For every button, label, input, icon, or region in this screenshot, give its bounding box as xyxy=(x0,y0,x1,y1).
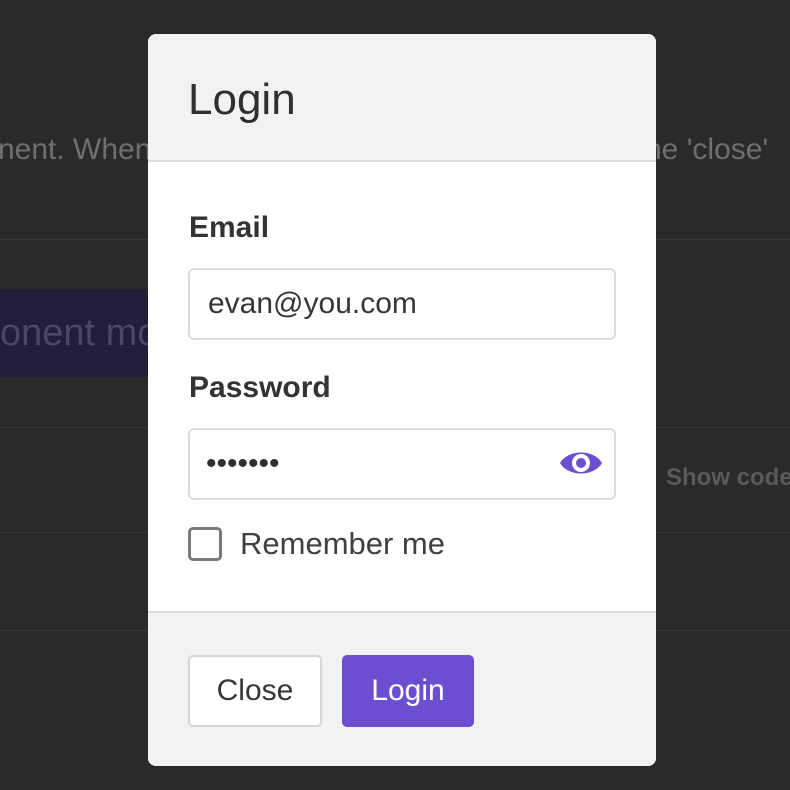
login-modal: Login Email Password ••••••• Remember me… xyxy=(148,34,656,766)
password-label: Password xyxy=(189,371,331,404)
email-field[interactable] xyxy=(188,268,616,340)
email-label: Email xyxy=(189,211,270,244)
modal-title: Login xyxy=(188,75,296,124)
background-text-right: he 'close' xyxy=(645,133,769,166)
close-button[interactable]: Close xyxy=(188,655,322,727)
background-text-left: nent. When xyxy=(0,133,152,166)
password-field-wrapper: ••••••• xyxy=(188,428,616,500)
eye-icon[interactable] xyxy=(558,443,604,483)
modal-header: Login xyxy=(148,34,656,162)
remember-me-checkbox[interactable] xyxy=(188,527,222,561)
background-show-code: Show code xyxy=(666,464,790,491)
login-button[interactable]: Login xyxy=(342,655,474,727)
remember-me-label: Remember me xyxy=(240,526,445,561)
remember-me-option[interactable]: Remember me xyxy=(188,524,445,564)
password-field[interactable] xyxy=(188,428,616,500)
background-button-label: onent mo xyxy=(0,312,159,354)
modal-footer: Close Login xyxy=(148,611,656,766)
